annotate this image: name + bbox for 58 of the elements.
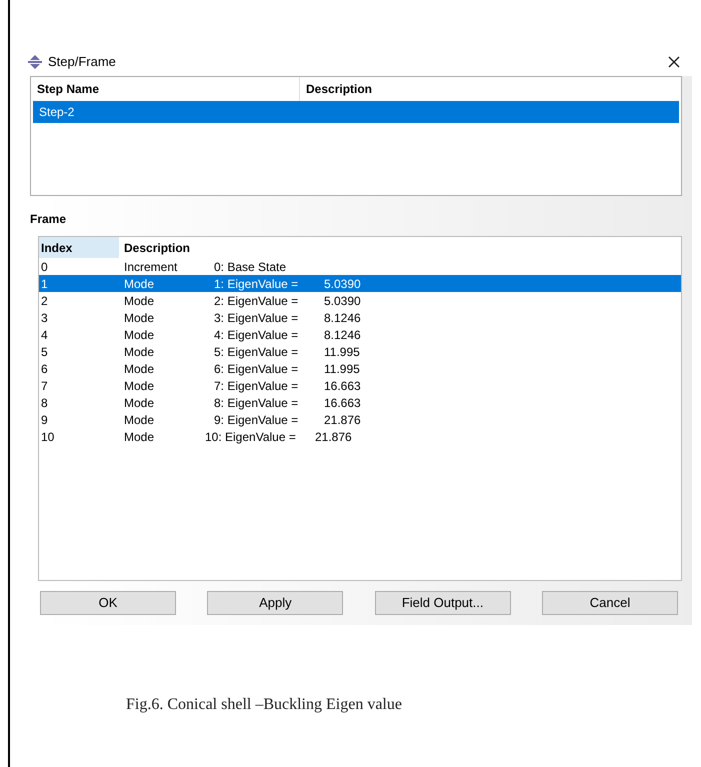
window-title: Step/Frame (48, 53, 116, 72)
frame-type: Increment (124, 260, 178, 274)
dialog-button[interactable]: Apply (207, 591, 344, 615)
frame-index: 0 (41, 260, 48, 274)
eigen-value: 5.0390 (324, 294, 361, 308)
frame-type: Mode (124, 328, 154, 342)
double-arrow-icon (28, 55, 42, 69)
list-row[interactable]: 1 Mode 1: EigenValue = 5.0390 (39, 275, 681, 292)
frame-type: Mode (124, 378, 154, 392)
frame-type: Mode (124, 310, 154, 324)
frame-type: Mode (124, 294, 154, 308)
frame-description: 9: EigenValue = (214, 412, 298, 426)
frame-type: Mode (124, 276, 154, 290)
frame-type: Mode (124, 362, 154, 376)
frame-description: 6: EigenValue = (214, 362, 298, 376)
frame-index: 7 (41, 378, 48, 392)
eigen-value: 16.663 (324, 378, 361, 392)
dialog-button[interactable]: OK (40, 591, 176, 615)
frame-index: 1 (41, 276, 48, 290)
frame-type: Mode (124, 412, 154, 426)
frame-type: Mode (124, 344, 154, 358)
frame-description: 8: EigenValue = (214, 396, 298, 410)
close-icon[interactable] (668, 56, 680, 68)
frame-index: 3 (41, 310, 48, 324)
frame-description: 1: EigenValue = (214, 276, 298, 290)
figure-caption: Fig.6. Conical shell –Buckling Eigen value (126, 695, 402, 715)
frame-description: 3: EigenValue = (214, 310, 298, 324)
frame-description: 2: EigenValue = (214, 294, 298, 308)
frame-index: 5 (41, 344, 48, 358)
eigen-value: 5.0390 (324, 276, 361, 290)
eigen-value: 16.663 (324, 396, 361, 410)
list-row[interactable]: Step-2 (33, 101, 679, 123)
frame-description: 7: EigenValue = (214, 378, 298, 392)
frame-index: 9 (41, 412, 48, 426)
section-label: Frame (30, 211, 68, 228)
eigen-value: 11.995 (324, 362, 360, 376)
frame-index: 8 (41, 396, 48, 410)
frame-type: Mode (124, 430, 154, 444)
frame-index: 6 (41, 362, 48, 376)
frame-description: 5: EigenValue = (214, 344, 298, 358)
eigen-value: 8.1246 (324, 310, 361, 324)
frame-index: 4 (41, 328, 48, 342)
eigen-value: 21.876 (324, 412, 361, 426)
step-name: Step-2 (39, 104, 74, 121)
frame-description: 4: EigenValue = (214, 328, 298, 342)
eigen-value: 21.876 (315, 430, 352, 444)
frame-type: Mode (124, 396, 154, 410)
column-header[interactable]: Description (124, 238, 190, 256)
column-header[interactable]: Step Name (37, 80, 100, 98)
column-header[interactable]: Description (306, 80, 372, 98)
eigen-value: 8.1246 (324, 328, 361, 342)
frame-description: 0: Base State (214, 260, 286, 274)
dialog-button[interactable]: Cancel (542, 591, 678, 615)
frame-index: 2 (41, 294, 48, 308)
eigen-value: 11.995 (324, 344, 360, 358)
frame-description: 10: EigenValue = (205, 430, 296, 444)
dialog-button[interactable]: Field Output... (374, 591, 511, 615)
frame-index: 10 (41, 430, 54, 444)
